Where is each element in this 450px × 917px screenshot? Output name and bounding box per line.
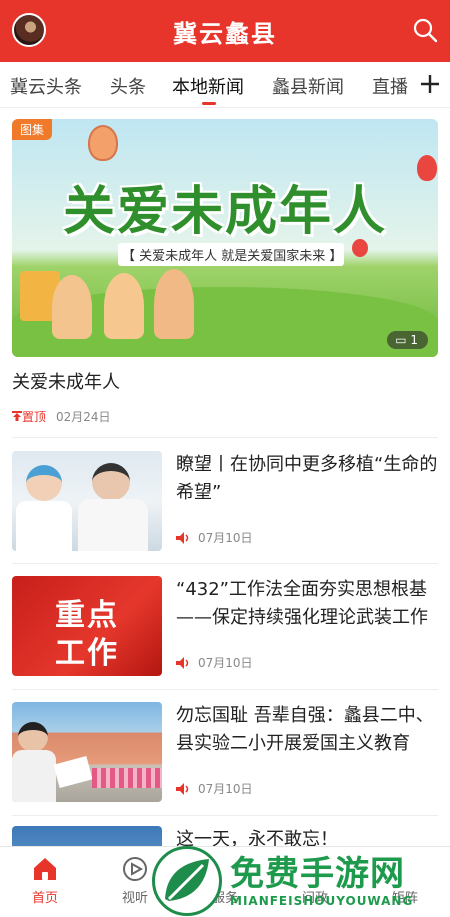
nurse-figure: [16, 501, 72, 551]
app-title: 冀云蠡县: [173, 20, 277, 48]
leaf-icon: [165, 859, 209, 901]
news-meta: 07月10日: [176, 529, 253, 546]
news-item[interactable]: 重点 工作 “432”工作法全面夯实思想根基——保定持续强化理论武装工作 07月…: [12, 576, 438, 688]
divider: [12, 815, 438, 816]
image-count-badge: ▭ 1: [387, 331, 428, 349]
site-watermark: 免费手游网 MIANFEISHOUYOUWANG: [152, 844, 450, 917]
image-icon: ▭: [395, 333, 411, 347]
tab-live[interactable]: 直播: [372, 73, 408, 99]
news-meta: 07月10日: [176, 780, 253, 797]
watermark-subtext: MIANFEISHOUYOUWANG: [230, 894, 414, 908]
child-figure: [52, 275, 92, 339]
tab-local-news[interactable]: 本地新闻: [172, 73, 244, 99]
news-item[interactable]: 这一天，永不敢忘！: [12, 826, 438, 846]
news-title: 瞭望丨在协同中更多移植“生命的希望”: [176, 454, 438, 503]
pinned-badge: 置顶: [12, 408, 46, 425]
hero-article-title[interactable]: 关爱未成年人: [12, 368, 120, 394]
crowd-decoration: [92, 768, 162, 788]
hero-image[interactable]: 图集 关爱未成年人 【 关爱未成年人 就是关爱国家未来 】 ▭ 1: [12, 119, 438, 357]
tab-home[interactable]: 首页: [0, 847, 90, 917]
news-thumbnail: 重点 工作: [12, 576, 162, 676]
home-icon: [34, 858, 56, 880]
nurse-figure: [26, 465, 62, 501]
watermark-logo: [152, 846, 222, 916]
thumbnail-text: 工作: [55, 636, 119, 671]
student-figure: [12, 750, 56, 802]
gallery-tag: 图集: [12, 119, 53, 140]
doctor-figure: [78, 499, 148, 551]
divider: [12, 437, 438, 438]
app-header: 冀云蠡县: [0, 0, 450, 62]
add-channel-icon[interactable]: [418, 72, 442, 96]
news-title: “432”工作法全面夯实思想根基——保定持续强化理论武装工作: [176, 579, 428, 628]
article-date: 02月24日: [56, 410, 111, 424]
news-item[interactable]: 勿忘国耻 吾辈自强：蠡县二中、县实验二小开展爱国主义教育 07月10日: [12, 702, 438, 814]
paper-decoration: [53, 756, 93, 788]
tab-lixian-news[interactable]: 蠡县新闻: [272, 73, 344, 99]
news-thumbnail: [12, 826, 162, 846]
tab-headlines[interactable]: 头条: [110, 73, 146, 99]
news-thumbnail: [12, 702, 162, 802]
hero-article-meta: 置顶 02月24日: [12, 408, 111, 425]
news-thumbnail: [12, 451, 162, 551]
tab-jiyun-headlines[interactable]: 冀云头条: [10, 73, 82, 99]
doctor-figure: [92, 463, 130, 501]
news-meta: 07月10日: [176, 654, 253, 671]
watermark-text: 免费手游网: [230, 854, 405, 894]
news-item[interactable]: 瞭望丨在协同中更多移植“生命的希望” 07月10日: [12, 451, 438, 563]
channel-tabs: 冀云头条 头条 本地新闻 蠡县新闻 直播: [0, 62, 450, 108]
divider: [12, 689, 438, 690]
divider: [12, 563, 438, 564]
balloon-decoration: [88, 125, 118, 161]
hero-banner-text: 关爱未成年人: [62, 182, 387, 242]
pin-icon: [12, 411, 22, 421]
child-figure: [104, 273, 144, 339]
play-icon: [123, 857, 147, 881]
audio-icon[interactable]: [176, 782, 190, 795]
audio-icon[interactable]: [176, 531, 190, 544]
active-tab-indicator: [202, 102, 216, 105]
news-title: 这一天，永不敢忘！: [176, 829, 338, 846]
news-title: 勿忘国耻 吾辈自强：蠡县二中、县实验二小开展爱国主义教育: [176, 705, 434, 754]
child-figure: [154, 269, 194, 339]
audio-icon[interactable]: [176, 656, 190, 669]
hero-banner-subtext: 【 关爱未成年人 就是关爱国家未来 】: [118, 243, 344, 266]
search-icon[interactable]: [410, 15, 440, 45]
student-figure: [18, 722, 48, 752]
